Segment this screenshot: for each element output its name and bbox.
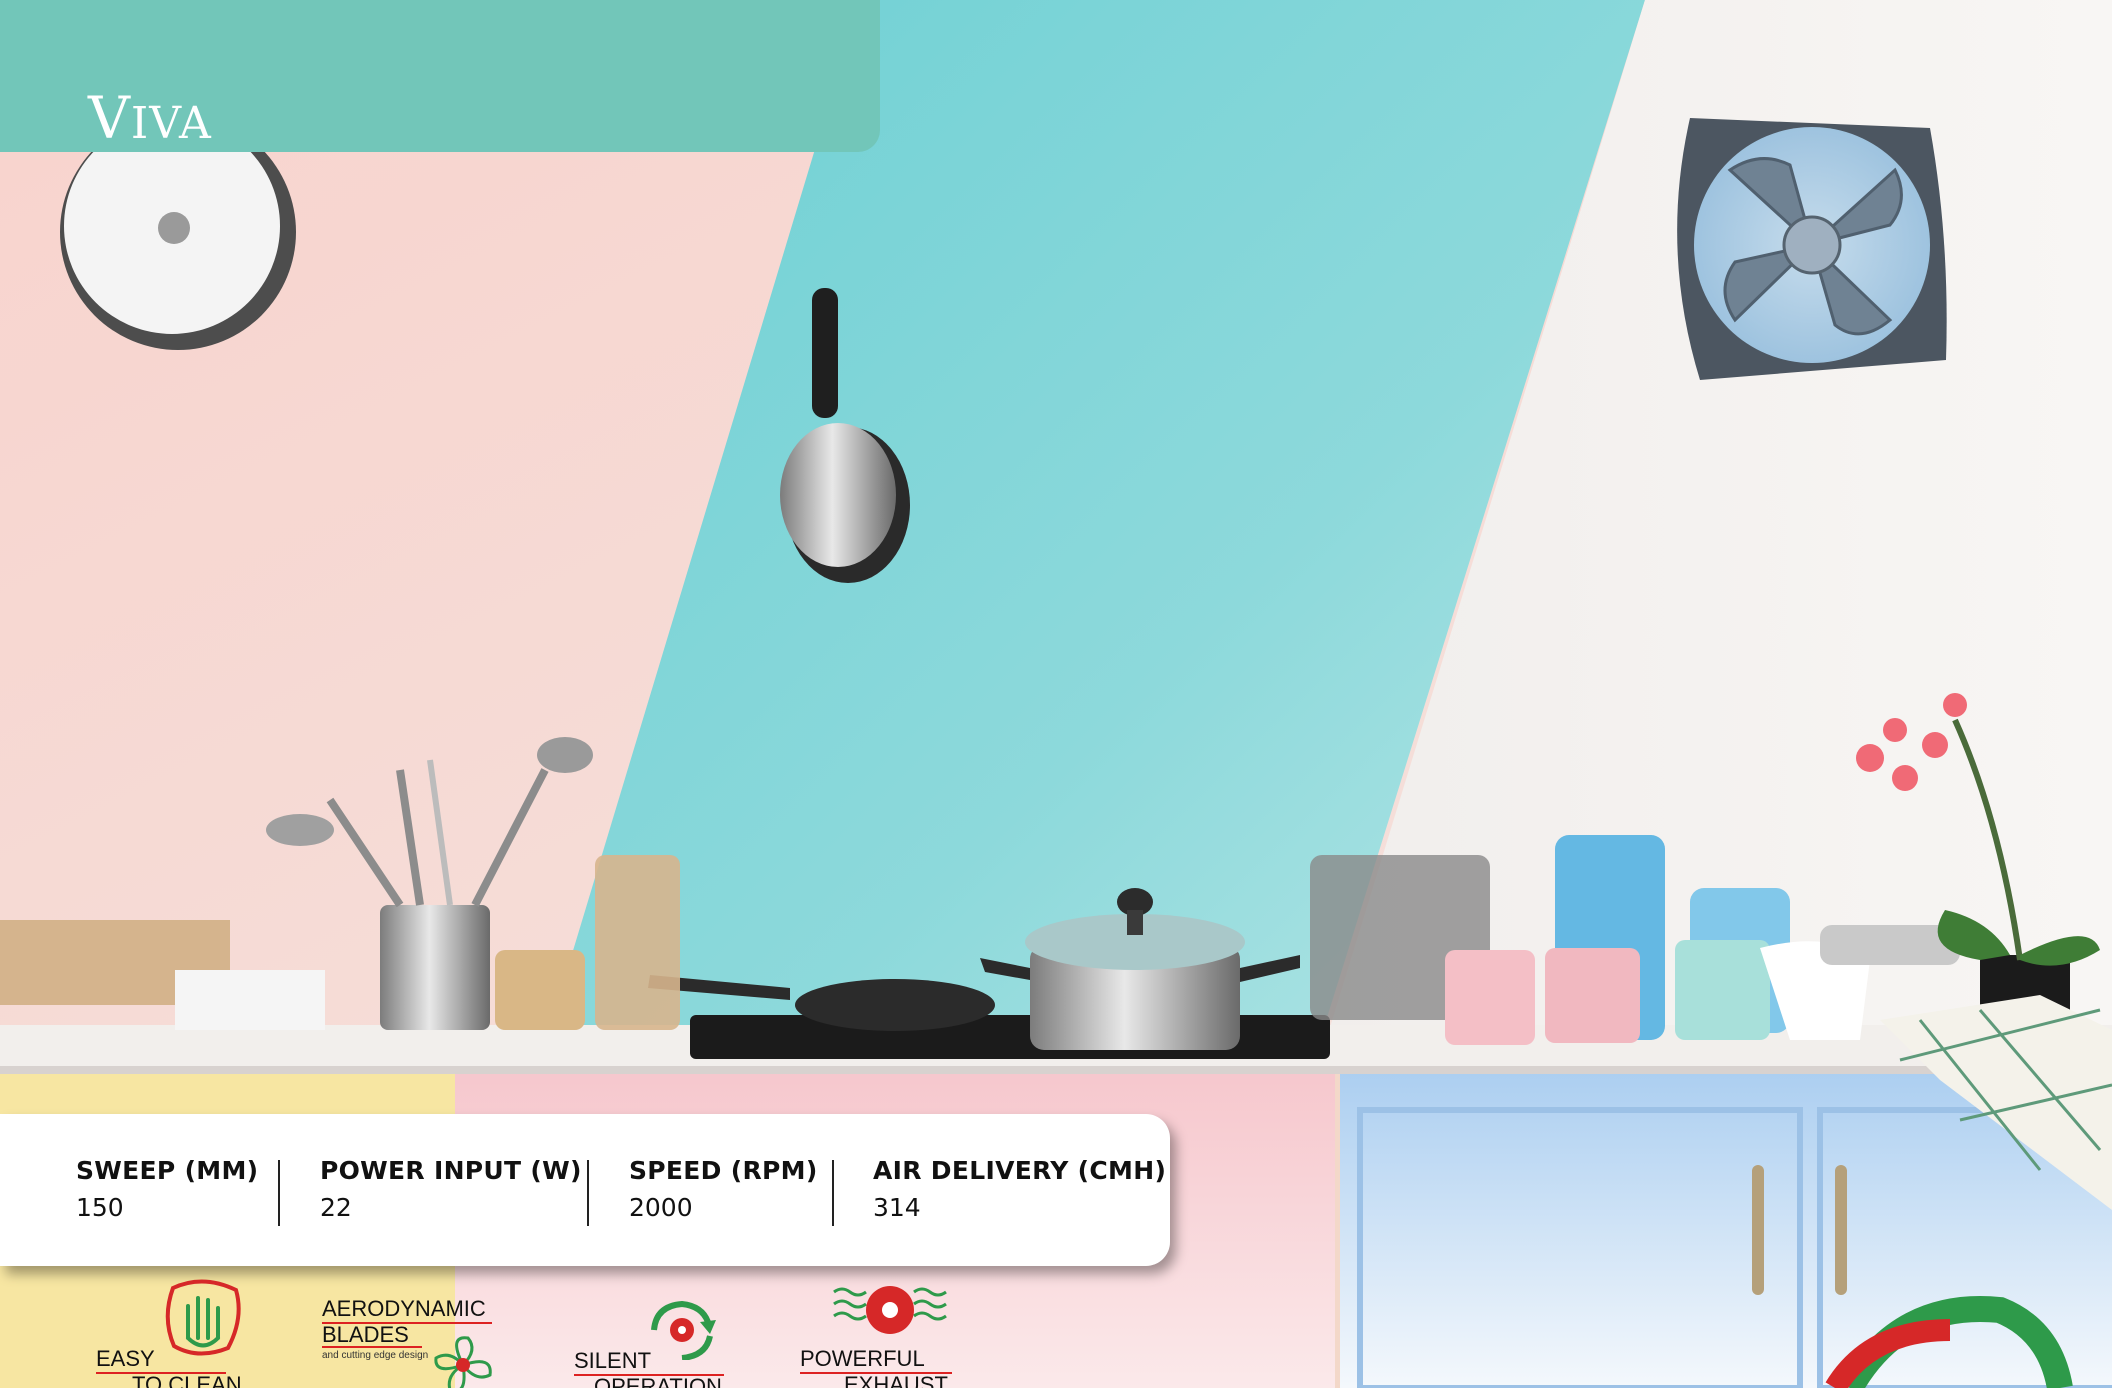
feature-aerodynamic-blades: AERODYNAMIC BLADES and cutting edge desi… xyxy=(322,1296,502,1388)
exhaust-icon xyxy=(833,1286,947,1334)
feature-easy-to-clean: EASY TO CLEAN xyxy=(96,1278,246,1388)
spec-power-label: POWER INPUT (W) xyxy=(320,1156,582,1185)
spec-divider xyxy=(587,1160,589,1226)
spec-speed-label: SPEED (RPM) xyxy=(629,1156,818,1185)
spec-divider xyxy=(832,1160,834,1226)
spec-speed: SPEED (RPM) 2000 xyxy=(629,1156,818,1222)
hand-icon xyxy=(165,1279,241,1356)
feature-powerful-line1: POWERFUL xyxy=(800,1346,925,1371)
product-title-initial: V xyxy=(88,84,131,152)
spec-power-value: 22 xyxy=(320,1193,352,1222)
spec-air-delivery-label: AIR DELIVERY (CMH) xyxy=(873,1156,1167,1185)
gear-cycle-icon xyxy=(651,1300,716,1360)
exhaust-fan-graphic xyxy=(1677,118,1947,380)
feature-underline xyxy=(322,1346,422,1348)
feature-silent-line1: SILENT xyxy=(574,1348,652,1373)
spec-power: POWER INPUT (W) 22 xyxy=(320,1156,582,1222)
spec-sweep-value: 150 xyxy=(76,1193,124,1222)
feature-silent-line2: OPERATION xyxy=(594,1374,722,1388)
spec-speed-value: 2000 xyxy=(629,1193,693,1222)
feature-powerful-exhaust: POWERFUL EXHAUST xyxy=(800,1282,960,1388)
feature-silent-operation: SILENT OPERATION xyxy=(574,1300,734,1388)
spec-air-delivery: AIR DELIVERY (CMH) 314 xyxy=(873,1156,1166,1222)
feature-aero-line1: AERODYNAMIC xyxy=(322,1296,486,1321)
feature-aero-note: and cutting edge design xyxy=(322,1350,429,1361)
product-title: VIVA xyxy=(88,84,212,152)
spec-divider xyxy=(278,1160,280,1226)
spec-sweep: SWEEP (MM) 150 xyxy=(76,1156,258,1222)
spec-card: SWEEP (MM) 150 POWER INPUT (W) 22 SPEED … xyxy=(0,1114,1170,1266)
feature-easy-line2: TO CLEAN xyxy=(132,1372,242,1388)
product-title-rest: IVA xyxy=(130,98,212,149)
spec-sweep-label: SWEEP (MM) xyxy=(76,1156,259,1185)
feature-aero-line2: BLADES xyxy=(322,1322,409,1347)
feature-easy-line1: EASY xyxy=(96,1346,155,1371)
feature-powerful-line2: EXHAUST xyxy=(844,1372,948,1388)
fan-blades-icon xyxy=(434,1336,492,1388)
kitchen-scene: VIVA SWEEP (MM) 150 POWER INPUT (W) 22 S… xyxy=(0,0,2112,1388)
spec-air-delivery-value: 314 xyxy=(873,1193,921,1222)
title-banner: VIVA xyxy=(0,0,880,152)
